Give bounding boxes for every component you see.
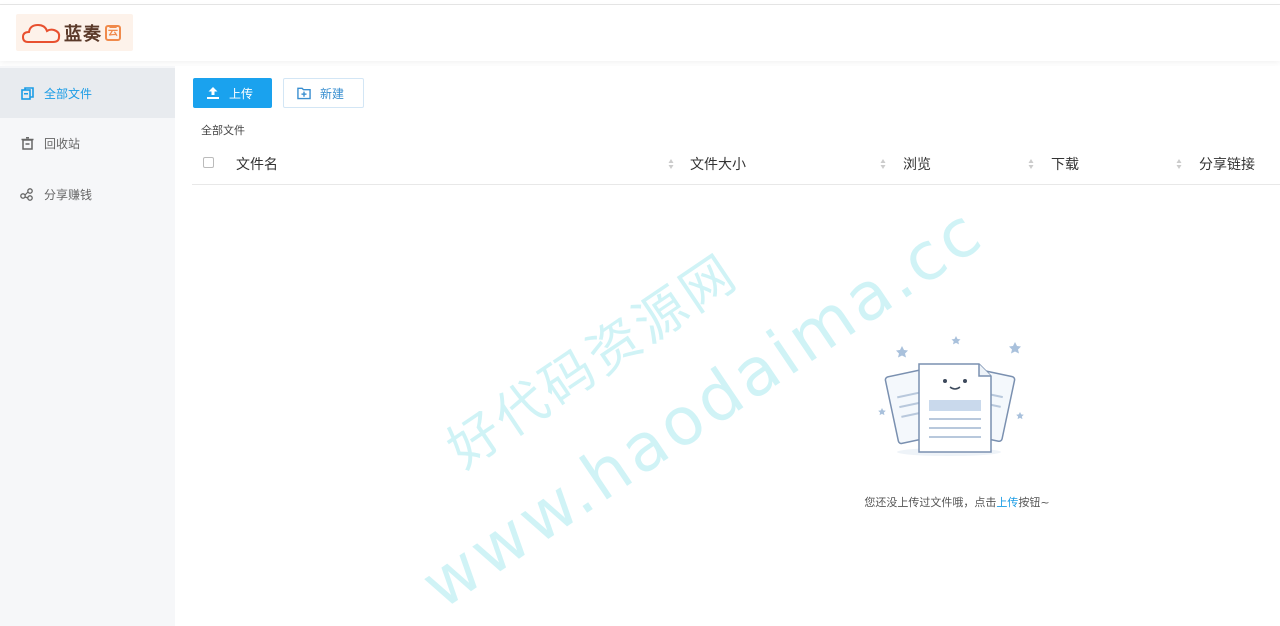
share-icon [20,187,34,201]
empty-message-suffix: 按钮~ [1018,496,1050,509]
header: 蓝奏 云 [0,5,1280,61]
empty-upload-link[interactable]: 上传 [996,496,1018,509]
sidebar-item-label: 分享赚钱 [44,187,93,202]
new-folder-button-label: 新建 [320,86,345,101]
empty-message: 您还没上传过文件哦，点击上传按钮~ [849,494,1065,510]
empty-documents-illustration [878,336,1024,456]
sort-icon[interactable] [1176,158,1182,170]
sidebar: 全部文件 回收站 分享赚钱 [0,66,175,626]
upload-button-label: 上传 [229,86,254,101]
new-folder-button[interactable]: 新建 [283,78,364,108]
sidebar-item-recycle-bin[interactable]: 回收站 [0,118,175,168]
empty-message-text: 您还没上传过文件哦，点击 [864,496,997,509]
files-icon [20,86,34,100]
column-downloads[interactable]: 下载 [1051,154,1079,174]
select-all-checkbox[interactable] [203,157,214,168]
column-share-link[interactable]: 分享链接 [1199,154,1255,174]
logo-badge: 云 [105,24,121,41]
breadcrumb[interactable]: 全部文件 [201,122,245,138]
sort-icon[interactable] [1028,158,1034,170]
column-filesize[interactable]: 文件大小 [690,154,746,174]
column-views[interactable]: 浏览 [903,154,931,174]
app-logo[interactable]: 蓝奏 云 [16,14,133,51]
table-header: 文件名 文件大小 浏览 下载 分享链接 [192,148,1280,185]
cloud-icon [22,23,61,43]
column-filename[interactable]: 文件名 [236,154,278,174]
sidebar-item-label: 回收站 [44,136,81,151]
upload-button[interactable]: 上传 [193,78,272,108]
logo-text: 蓝奏 [64,23,102,45]
sidebar-item-all-files[interactable]: 全部文件 [0,68,175,118]
main-content: 上传 新建 全部文件 文件名 文件大小 浏览 下载 分享链接 您还没上传过文件哦… [175,66,1280,626]
upload-icon [206,86,220,100]
sort-icon[interactable] [668,158,674,170]
new-folder-icon [297,86,311,100]
trash-icon [20,136,34,150]
sort-icon[interactable] [880,158,886,170]
sidebar-item-share-earn[interactable]: 分享赚钱 [0,169,175,219]
sidebar-item-label: 全部文件 [44,86,93,101]
